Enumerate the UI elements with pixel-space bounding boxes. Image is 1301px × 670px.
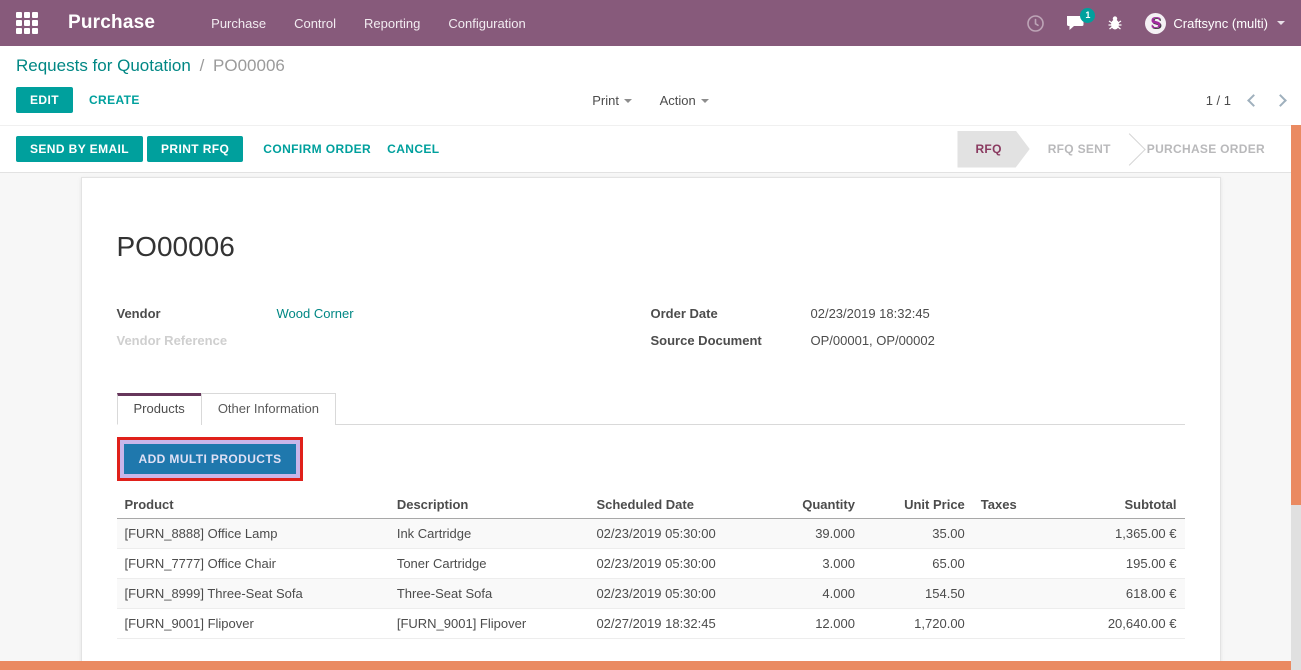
cell-unit-price: 35.00	[863, 519, 973, 549]
cell-description: Ink Cartridge	[389, 519, 589, 549]
cell-product: [FURN_7777] Office Chair	[117, 549, 389, 579]
print-action-menus: Print Action	[16, 93, 1285, 108]
print-dropdown[interactable]: Print	[592, 93, 632, 108]
nav-item-control[interactable]: Control	[294, 16, 336, 31]
breadcrumb-parent-link[interactable]: Requests for Quotation	[16, 56, 191, 75]
pager-previous-icon[interactable]	[1247, 94, 1260, 107]
breadcrumb-separator: /	[200, 56, 205, 75]
top-navbar: Purchase Purchase Control Reporting Conf…	[0, 0, 1301, 46]
messages-badge: 1	[1080, 8, 1095, 23]
col-subtotal: Subtotal	[1063, 491, 1185, 519]
content-area: PO00006 Vendor Wood Corner Vendor Refere…	[0, 173, 1301, 662]
nav-item-reporting[interactable]: Reporting	[364, 16, 420, 31]
cell-scheduled-date: 02/23/2019 05:30:00	[588, 519, 763, 549]
table-row[interactable]: [FURN_7777] Office Chair Toner Cartridge…	[117, 549, 1185, 579]
user-name: Craftsync (multi)	[1173, 16, 1268, 31]
vendor-label: Vendor	[117, 306, 277, 321]
col-description: Description	[389, 491, 589, 519]
cell-taxes	[973, 519, 1063, 549]
cell-quantity: 12.000	[763, 609, 863, 639]
tab-products[interactable]: Products	[117, 393, 202, 425]
cell-unit-price: 1,720.00	[863, 609, 973, 639]
breadcrumb-current: PO00006	[213, 56, 285, 75]
pager-next-icon[interactable]	[1274, 94, 1287, 107]
col-taxes: Taxes	[973, 491, 1063, 519]
app-title: Purchase	[68, 12, 155, 34]
cell-product: [FURN_8999] Three-Seat Sofa	[117, 579, 389, 609]
col-product: Product	[117, 491, 389, 519]
cell-subtotal: 195.00 €	[1063, 549, 1185, 579]
cell-quantity: 39.000	[763, 519, 863, 549]
cell-taxes	[973, 579, 1063, 609]
status-step-purchase-order[interactable]: PURCHASE ORDER	[1129, 131, 1283, 168]
user-menu[interactable]: S Craftsync (multi)	[1145, 13, 1285, 34]
table-header-row: Product Description Scheduled Date Quant…	[117, 491, 1185, 519]
cell-product: [FURN_8888] Office Lamp	[117, 519, 389, 549]
company-logo-avatar: S	[1145, 13, 1166, 34]
caret-down-icon	[624, 99, 632, 103]
breadcrumb: Requests for Quotation / PO00006	[16, 56, 1285, 76]
status-steps: RFQ RFQ SENT PURCHASE ORDER	[957, 131, 1283, 168]
tab-other-information[interactable]: Other Information	[201, 393, 336, 425]
cell-scheduled-date: 02/23/2019 05:30:00	[588, 579, 763, 609]
nav-menu: Purchase Control Reporting Configuration	[211, 16, 526, 31]
messages-icon[interactable]: 1	[1066, 15, 1085, 31]
red-highlight-annotation: ADD MULTI PRODUCTS	[117, 437, 304, 481]
notebook-tabs: Products Other Information	[117, 392, 1185, 425]
activities-clock-icon[interactable]	[1027, 15, 1044, 32]
cell-taxes	[973, 549, 1063, 579]
col-quantity: Quantity	[763, 491, 863, 519]
cell-subtotal: 1,365.00 €	[1063, 519, 1185, 549]
action-dropdown[interactable]: Action	[660, 93, 709, 108]
cell-subtotal: 20,640.00 €	[1063, 609, 1185, 639]
add-multi-products-button[interactable]: ADD MULTI PRODUCTS	[124, 444, 297, 474]
cell-subtotal: 618.00 €	[1063, 579, 1185, 609]
cell-description: Toner Cartridge	[389, 549, 589, 579]
table-row[interactable]: [FURN_8999] Three-Seat Sofa Three-Seat S…	[117, 579, 1185, 609]
apps-grid-icon[interactable]	[16, 12, 38, 34]
source-document-label: Source Document	[651, 333, 811, 348]
chevron-down-icon	[1277, 21, 1285, 25]
confirm-order-button[interactable]: CONFIRM ORDER	[263, 142, 371, 156]
scrollbar-thumb[interactable]	[1291, 125, 1301, 505]
control-panel: Requests for Quotation / PO00006 EDIT CR…	[0, 46, 1301, 125]
table-row[interactable]: [FURN_8888] Office Lamp Ink Cartridge 02…	[117, 519, 1185, 549]
print-rfq-button[interactable]: PRINT RFQ	[147, 136, 243, 162]
cell-description: Three-Seat Sofa	[389, 579, 589, 609]
cell-unit-price: 154.50	[863, 579, 973, 609]
cell-taxes	[973, 609, 1063, 639]
cell-quantity: 3.000	[763, 549, 863, 579]
cell-product: [FURN_9001] Flipover	[117, 609, 389, 639]
cell-description: [FURN_9001] Flipover	[389, 609, 589, 639]
cell-scheduled-date: 02/27/2019 18:32:45	[588, 609, 763, 639]
send-by-email-button[interactable]: SEND BY EMAIL	[16, 136, 143, 162]
cell-quantity: 4.000	[763, 579, 863, 609]
bug-icon[interactable]	[1107, 15, 1123, 31]
table-row[interactable]: [FURN_9001] Flipover [FURN_9001] Flipove…	[117, 609, 1185, 639]
order-date-label: Order Date	[651, 306, 811, 321]
caret-down-icon	[701, 99, 709, 103]
field-grid: Vendor Wood Corner Vendor Reference Orde…	[117, 306, 1185, 360]
cell-unit-price: 65.00	[863, 549, 973, 579]
order-lines-table: Product Description Scheduled Date Quant…	[117, 491, 1185, 639]
statusbar: SEND BY EMAIL PRINT RFQ CONFIRM ORDER CA…	[0, 125, 1301, 173]
cell-scheduled-date: 02/23/2019 05:30:00	[588, 549, 763, 579]
order-date-value: 02/23/2019 18:32:45	[811, 306, 930, 321]
source-document-value: OP/00001, OP/00002	[811, 333, 935, 348]
document-sheet: PO00006 Vendor Wood Corner Vendor Refere…	[81, 177, 1221, 662]
status-step-rfq[interactable]: RFQ	[957, 131, 1029, 168]
cancel-button[interactable]: CANCEL	[387, 142, 439, 156]
bottom-orange-bar	[0, 661, 1291, 670]
vendor-reference-label: Vendor Reference	[117, 333, 277, 348]
document-title: PO00006	[117, 231, 1185, 263]
nav-item-configuration[interactable]: Configuration	[448, 16, 525, 31]
col-scheduled-date: Scheduled Date	[588, 491, 763, 519]
nav-item-purchase[interactable]: Purchase	[211, 16, 266, 31]
col-unit-price: Unit Price	[863, 491, 973, 519]
pager-counter: 1 / 1	[1206, 93, 1231, 108]
scrollbar-track[interactable]	[1291, 125, 1301, 670]
vendor-value-link[interactable]: Wood Corner	[277, 306, 354, 321]
